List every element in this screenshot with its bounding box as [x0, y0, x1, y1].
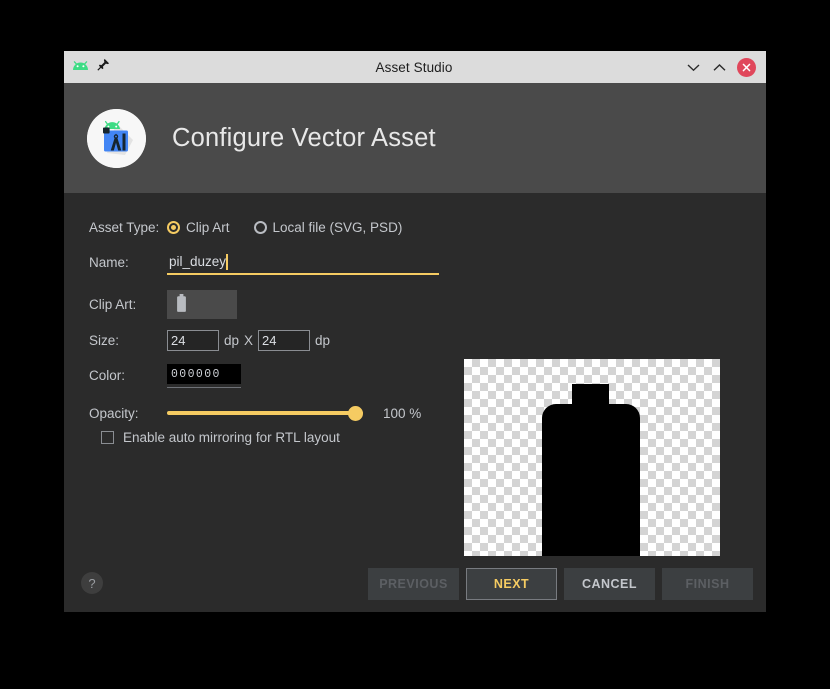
cancel-button[interactable]: CANCEL — [564, 568, 655, 600]
color-row: Color: 000000 — [89, 364, 464, 386]
dialog-footer: ? PREVIOUS NEXT CANCEL FINISH — [64, 556, 766, 612]
radio-clip-art[interactable]: Clip Art — [167, 220, 230, 235]
name-input-value: pil_duzey — [167, 251, 439, 272]
close-icon[interactable] — [737, 58, 756, 77]
dialog-header: Configure Vector Asset — [64, 83, 766, 193]
window-titlebar[interactable]: Asset Studio — [64, 51, 766, 83]
name-input-underline — [167, 273, 439, 275]
color-field-underline — [167, 387, 241, 388]
wizard-button-bar: PREVIOUS NEXT CANCEL FINISH — [368, 568, 753, 600]
asset-type-row: Asset Type: Clip Art Local file (SVG, PS… — [89, 216, 464, 238]
titlebar-left-icons — [64, 58, 182, 76]
vector-asset-form: Asset Type: Clip Art Local file (SVG, PS… — [89, 216, 464, 445]
help-button[interactable]: ? — [81, 572, 103, 594]
asset-studio-window: Asset Studio — [64, 51, 766, 612]
text-caret — [226, 254, 228, 270]
name-row: Name: pil_duzey — [89, 251, 464, 273]
size-height-input[interactable] — [258, 330, 310, 351]
color-hex-value: 000000 — [167, 368, 221, 381]
opacity-row: Opacity: 100 % — [89, 402, 464, 424]
size-row: Size: dp X dp — [89, 329, 464, 351]
clip-art-picker-button[interactable] — [167, 290, 237, 319]
color-picker-field[interactable]: 000000 — [167, 364, 241, 386]
rtl-mirroring-checkbox[interactable]: Enable auto mirroring for RTL layout — [101, 430, 464, 445]
color-swatch: 000000 — [167, 364, 241, 384]
opacity-slider[interactable] — [167, 404, 363, 422]
opacity-value: 100 % — [383, 406, 421, 421]
radio-dot-icon — [254, 221, 267, 234]
battery-icon — [176, 294, 187, 316]
dialog-body: Asset Type: Clip Art Local file (SVG, PS… — [64, 193, 766, 612]
size-height-unit: dp — [315, 333, 330, 348]
opacity-label: Opacity: — [89, 406, 167, 421]
window-title: Asset Studio — [182, 60, 646, 75]
rtl-mirroring-label: Enable auto mirroring for RTL layout — [123, 430, 340, 445]
color-label: Color: — [89, 368, 167, 383]
radio-dot-icon — [167, 221, 180, 234]
page-title: Configure Vector Asset — [172, 124, 436, 153]
chevron-up-icon[interactable] — [711, 59, 727, 75]
opacity-slider-track — [167, 411, 363, 415]
checkbox-box-icon — [101, 431, 114, 444]
pin-icon[interactable] — [97, 58, 110, 76]
clip-art-row: Clip Art: — [89, 290, 464, 319]
name-label: Name: — [89, 255, 167, 270]
size-label: Size: — [89, 333, 167, 348]
next-button[interactable]: NEXT — [466, 568, 557, 600]
name-input[interactable]: pil_duzey — [167, 251, 439, 273]
android-head-icon — [72, 58, 89, 76]
radio-local-file-label: Local file (SVG, PSD) — [273, 220, 403, 235]
finish-button[interactable]: FINISH — [662, 568, 753, 600]
asset-type-label: Asset Type: — [89, 220, 167, 235]
radio-clip-art-label: Clip Art — [186, 220, 230, 235]
clip-art-label: Clip Art: — [89, 297, 167, 312]
radio-local-file[interactable]: Local file (SVG, PSD) — [254, 220, 403, 235]
chevron-down-icon[interactable] — [685, 59, 701, 75]
size-separator: X — [244, 333, 253, 348]
previous-button[interactable]: PREVIOUS — [368, 568, 459, 600]
screen: Asset Studio — [0, 0, 830, 689]
android-studio-logo-icon — [87, 109, 146, 168]
opacity-slider-knob[interactable] — [348, 406, 363, 421]
size-width-unit: dp — [224, 333, 239, 348]
window-controls — [646, 58, 766, 77]
size-width-input[interactable] — [167, 330, 219, 351]
asset-type-radio-group: Clip Art Local file (SVG, PSD) — [167, 220, 426, 235]
